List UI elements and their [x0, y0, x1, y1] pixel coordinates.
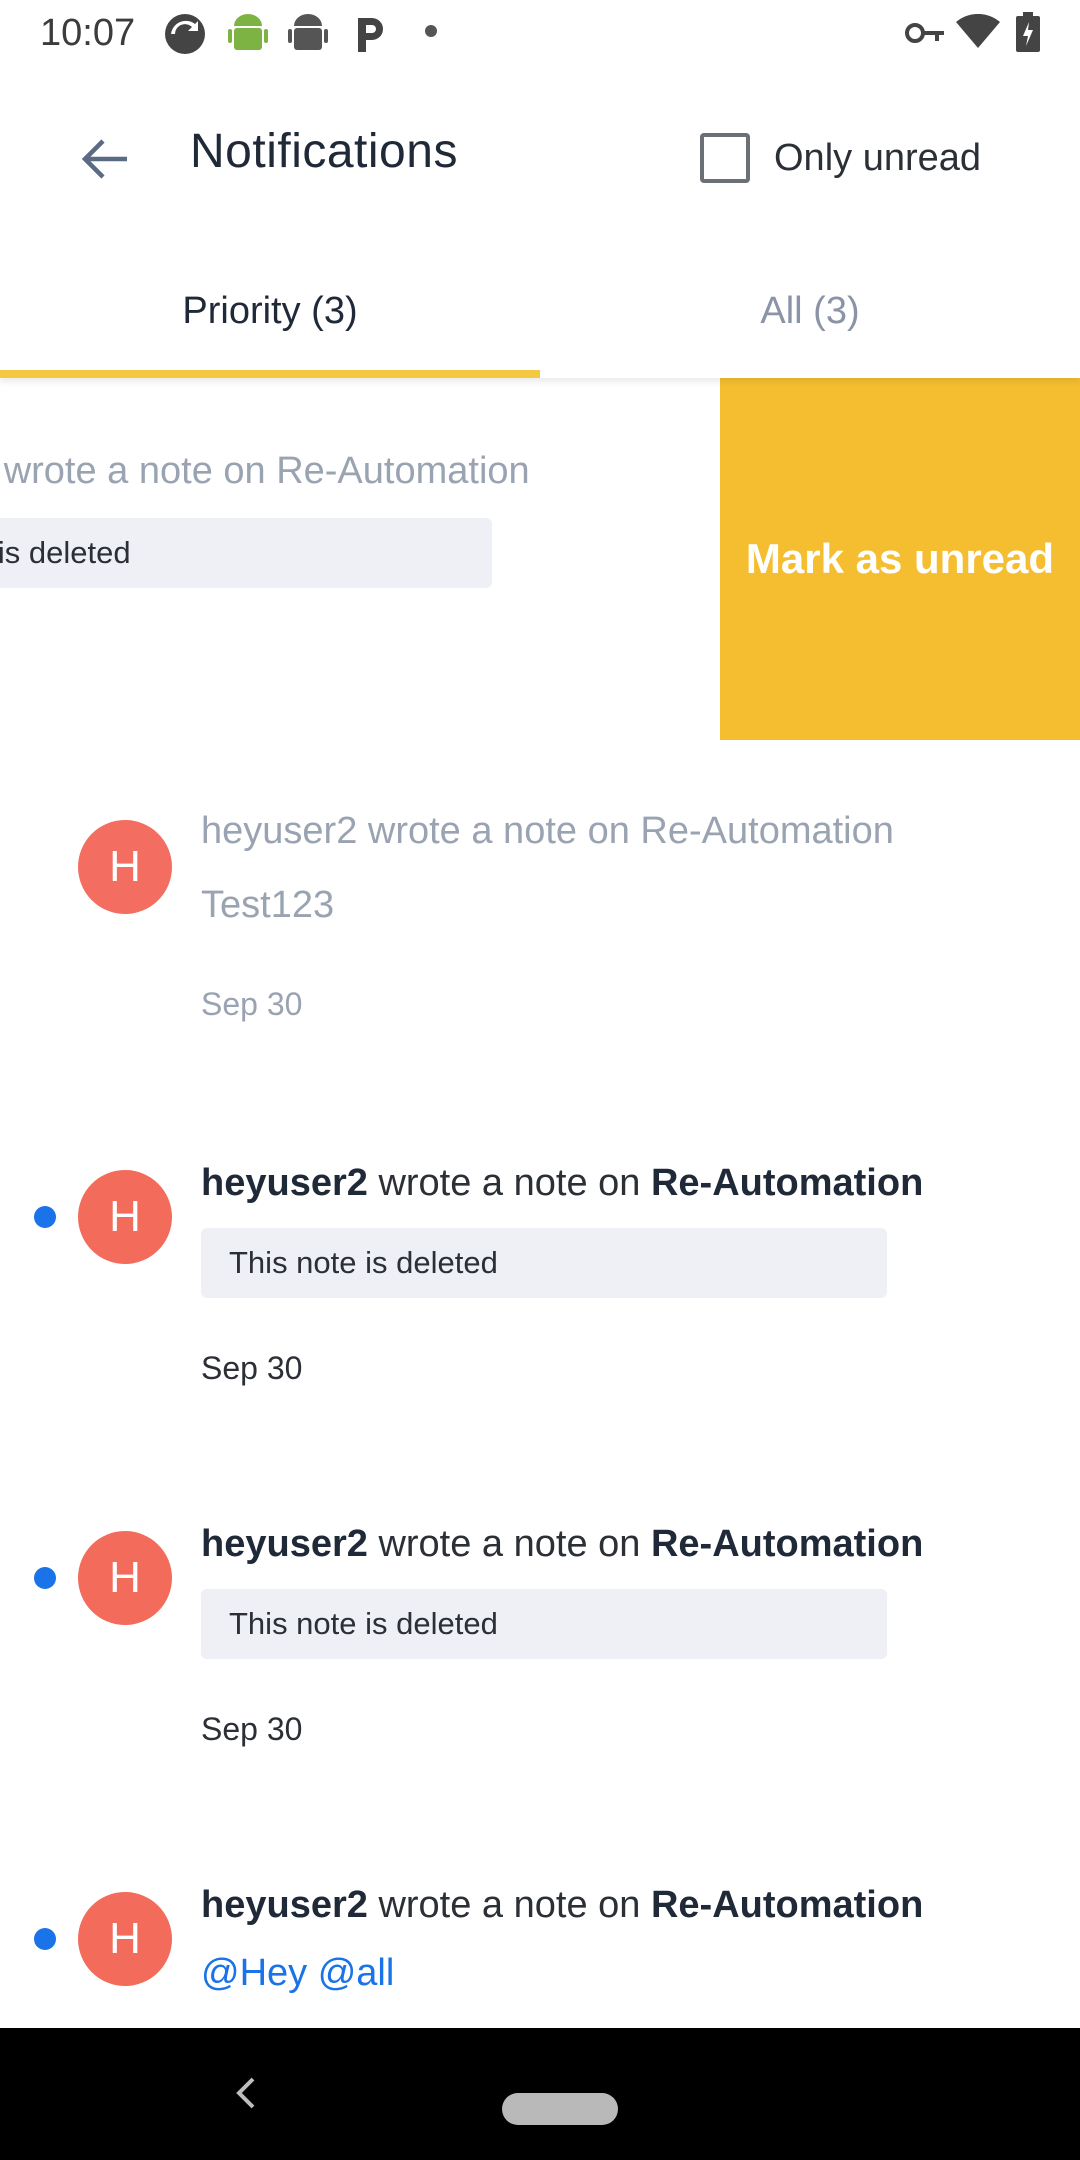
swiped-notification-title: 2 wrote a note on Re-Automation — [0, 450, 530, 492]
notification-item[interactable]: H heyuser2 wrote a note on Re-Automation… — [0, 1842, 1080, 2028]
deleted-note-box: This note is deleted — [201, 1228, 887, 1298]
notification-item[interactable]: H heyuser2 wrote a note on Re-Automation… — [0, 740, 1080, 1080]
notification-body: Test123 — [201, 884, 335, 926]
notification-user: heyuser2 — [201, 810, 358, 852]
android-icon — [228, 12, 268, 61]
tab-bar: Priority (3) All (3) — [0, 244, 1080, 378]
page-title: Notifications — [190, 125, 458, 178]
app-bar: Notifications Only unread — [0, 66, 1080, 244]
sync-icon — [163, 12, 207, 61]
notification-target: Re-Automation — [650, 1162, 924, 1204]
notification-date: Sep 30 — [201, 986, 303, 1022]
tab-all-label: All (3) — [760, 289, 860, 332]
unread-indicator-dot — [34, 1567, 56, 1589]
notification-title: heyuser2 wrote a note on Re-Automation — [201, 1884, 923, 1927]
notification-title: heyuser2 wrote a note on Re-Automation — [201, 1162, 923, 1205]
avatar: H — [78, 1170, 172, 1264]
tab-priority-label: Priority (3) — [182, 289, 358, 332]
notification-target: Re-Automation — [650, 1523, 924, 1565]
only-unread-toggle[interactable]: Only unread — [700, 128, 981, 188]
notification-title: heyuser2 wrote a note on Re-Automation — [201, 810, 894, 853]
vpn-key-icon — [905, 18, 945, 53]
arrow-back-icon — [81, 139, 127, 179]
only-unread-label: Only unread — [774, 136, 982, 179]
notification-action: wrote a note on — [367, 810, 630, 852]
nav-back-button[interactable] — [220, 2068, 270, 2118]
chevron-left-icon — [236, 2077, 255, 2109]
android-icon — [288, 12, 328, 61]
notification-user: heyuser2 — [201, 1162, 368, 1204]
swiped-notification[interactable]: 2 wrote a note on Re-Automation e is del… — [0, 378, 1080, 740]
notification-mention[interactable]: @Hey @all — [201, 1952, 394, 1995]
notification-item[interactable]: H heyuser2 wrote a note on Re-Automation… — [0, 1120, 1080, 1460]
notification-user: heyuser2 — [201, 1884, 368, 1926]
wifi-icon — [956, 13, 1000, 55]
battery-icon — [1016, 12, 1040, 57]
avatar: H — [78, 1892, 172, 1986]
status-bar: 10:07 — [0, 0, 1080, 66]
notification-title: heyuser2 wrote a note on Re-Automation — [201, 1523, 923, 1566]
system-nav-bar — [0, 2028, 1080, 2160]
notification-action: wrote a note on — [378, 1523, 641, 1565]
notification-user: heyuser2 — [201, 1523, 368, 1565]
nav-home-pill[interactable] — [502, 2093, 618, 2125]
swiped-deleted-box: e is deleted — [0, 518, 492, 588]
tab-all[interactable]: All (3) — [540, 244, 1080, 378]
mark-as-unread-button[interactable]: Mark as unread — [720, 378, 1080, 740]
unread-indicator-dot — [34, 1206, 56, 1228]
deleted-note-box: This note is deleted — [201, 1589, 887, 1659]
notification-action: wrote a note on — [378, 1162, 641, 1204]
notification-target: Re-Automation — [650, 1884, 924, 1926]
notification-item[interactable]: H heyuser2 wrote a note on Re-Automation… — [0, 1481, 1080, 1821]
back-button[interactable] — [70, 124, 140, 194]
only-unread-checkbox[interactable] — [700, 133, 750, 183]
notification-action: wrote a note on — [378, 1884, 641, 1926]
status-time: 10:07 — [40, 12, 136, 54]
avatar: H — [78, 820, 172, 914]
tab-priority[interactable]: Priority (3) — [0, 244, 540, 378]
notification-target: Re-Automation — [640, 810, 894, 852]
avatar: H — [78, 1531, 172, 1625]
p-app-icon — [352, 12, 388, 61]
unread-indicator-dot — [34, 1928, 56, 1950]
tab-indicator — [0, 370, 540, 378]
swiped-notification-content: 2 wrote a note on Re-Automation e is del… — [0, 378, 732, 740]
dot-icon — [424, 24, 438, 43]
notification-date: Sep 30 — [201, 1711, 303, 1747]
notification-date: Sep 30 — [201, 1350, 303, 1386]
